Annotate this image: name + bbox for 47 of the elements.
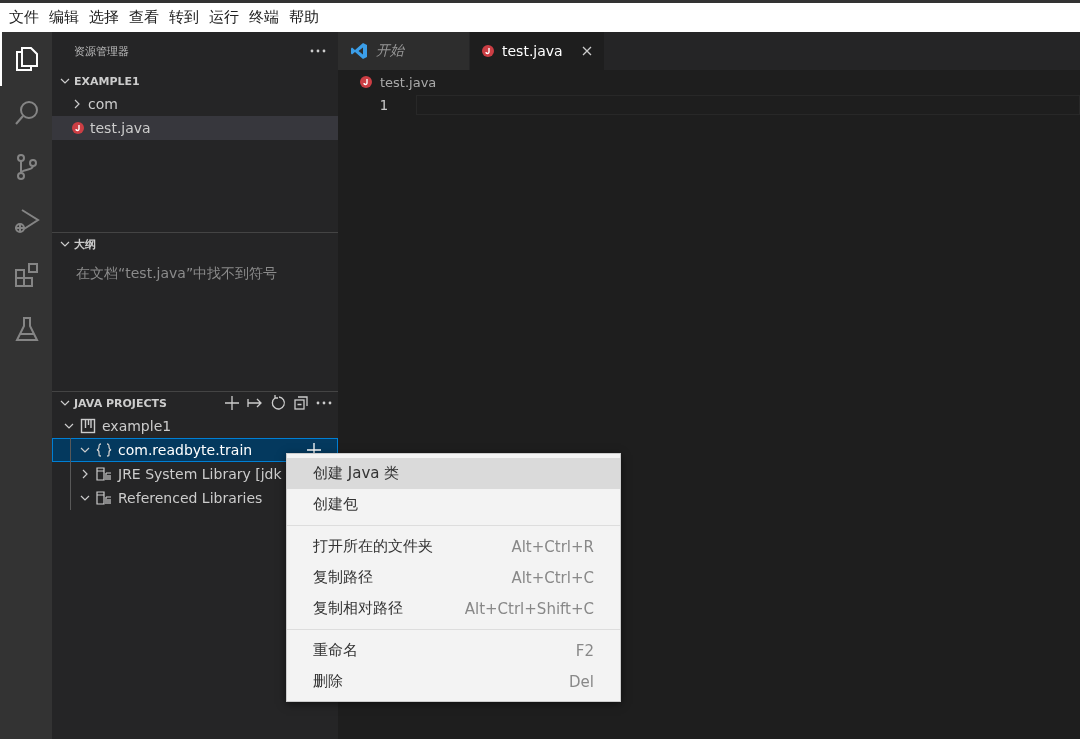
extensions-icon	[13, 261, 41, 289]
editor-tab[interactable]: test.java	[470, 32, 605, 70]
menu-item[interactable]: 复制相对路径 Alt+Ctrl+Shift+C	[287, 593, 620, 624]
menu-item[interactable]: 转到	[164, 8, 204, 27]
more-icon[interactable]	[310, 49, 326, 53]
search-icon	[13, 99, 41, 127]
menu-item[interactable]: 复制路径 Alt+Ctrl+C	[287, 562, 620, 593]
package-icon	[96, 443, 112, 457]
menu-item[interactable]: 文件	[4, 8, 44, 27]
editor-tab[interactable]: 开始	[338, 32, 470, 70]
sidebar-title: 资源管理器	[74, 43, 130, 59]
menu-item[interactable]: 打开所在的文件夹 Alt+Ctrl+R	[287, 531, 620, 562]
java-file-icon	[360, 76, 372, 88]
close-icon[interactable]	[582, 46, 592, 56]
line-number: 1	[378, 97, 388, 113]
tree-item[interactable]: com	[52, 92, 338, 116]
library-icon	[96, 467, 112, 481]
menu-item[interactable]: 创建 Java 类	[287, 458, 620, 489]
menu-item[interactable]: 选择	[84, 8, 124, 27]
add-icon[interactable]	[224, 395, 240, 411]
menu-item[interactable]: 重命名 F2	[287, 635, 620, 666]
refresh-icon[interactable]	[270, 395, 286, 411]
more-icon[interactable]	[316, 401, 332, 405]
menu-item[interactable]: 运行	[204, 8, 244, 27]
tree-item[interactable]: com.readbyte.train	[52, 438, 338, 462]
menu-item[interactable]: 终端	[244, 8, 284, 27]
run-debug-icon	[13, 207, 41, 235]
menu-item[interactable]: 帮助	[284, 8, 324, 27]
breadcrumb[interactable]: test.java	[338, 70, 1080, 94]
menu-item[interactable]: 创建包	[287, 489, 620, 520]
java-file-icon	[482, 45, 494, 57]
section-header[interactable]: EXAMPLE1	[52, 70, 338, 92]
tree-item[interactable]: example1	[52, 414, 338, 438]
flask-icon	[13, 315, 41, 343]
menu-item[interactable]: 编辑	[44, 8, 84, 27]
section-header[interactable]: JAVA PROJECTS	[52, 392, 338, 414]
library-icon	[96, 491, 112, 505]
menu-item[interactable]: 删除 Del	[287, 666, 620, 697]
files-icon	[13, 45, 41, 73]
collapse-all-icon[interactable]	[293, 395, 309, 411]
code-logo-icon	[350, 42, 368, 60]
java-file-icon	[72, 122, 84, 134]
section-header[interactable]: 大纲	[52, 233, 338, 255]
menu-item[interactable]: 查看	[124, 8, 164, 27]
tree-item[interactable]: test.java	[52, 116, 338, 140]
project-icon	[80, 418, 96, 434]
empty-message: 在文档“test.java”中找不到符号	[75, 264, 279, 283]
